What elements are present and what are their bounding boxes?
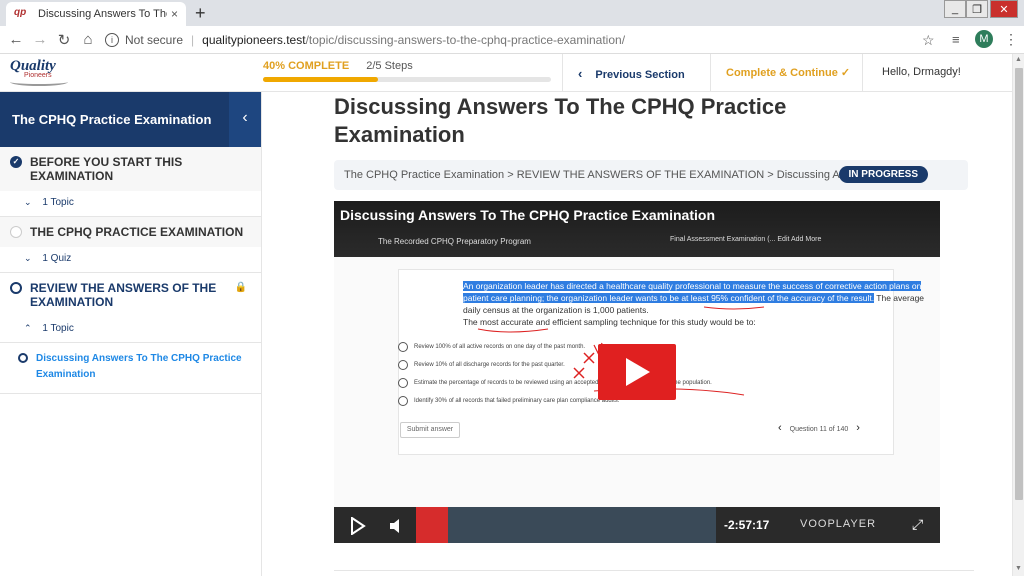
section-count: 1 Topic (42, 323, 74, 334)
x-annotation-mark (583, 352, 595, 364)
section-header[interactable]: REVIEW THE ANSWERS OF THE EXAMINATION 🔒 (0, 273, 261, 317)
sidebar-header: The CPHQ Practice Examination ‹ (0, 92, 261, 147)
progress-bar (263, 77, 551, 82)
fullscreen-icon[interactable]: ⤢ (912, 516, 923, 533)
play-icon (626, 358, 650, 386)
url-path: /topic/discussing-answers-to-the-cphq-pr… (305, 33, 626, 47)
browser-tab[interactable]: qp Discussing Answers To The CPHQ × (6, 2, 186, 26)
complete-continue-label: Complete & Continue (726, 67, 838, 79)
tab-close-icon[interactable]: × (171, 7, 178, 21)
status-badge: IN PROGRESS (838, 166, 928, 183)
checkmark-icon: ✓ (840, 67, 851, 79)
time-remaining: -2:57:17 (724, 518, 770, 532)
volume-icon[interactable] (388, 517, 406, 535)
topic-title: Discussing Answers To The CPHQ Practice … (36, 353, 242, 380)
section-title: REVIEW THE ANSWERS OF THE EXAMINATION (30, 281, 217, 309)
incomplete-circle-icon (10, 226, 22, 238)
header-divider (562, 54, 563, 92)
scroll-down-arrow-icon[interactable]: ▼ (1015, 565, 1022, 572)
page-title: Discussing Answers To The CPHQ Practice … (334, 94, 787, 147)
chevron-down-icon: ⌄ (24, 197, 32, 207)
header-divider (862, 54, 863, 92)
forward-arrow-icon[interactable]: → (28, 31, 52, 48)
window-close-button[interactable]: ✕ (990, 0, 1018, 18)
browser-menu-icon[interactable]: ⋮ (1004, 31, 1018, 48)
header-divider (710, 54, 711, 92)
completed-check-icon: ✓ (10, 156, 22, 168)
sidebar-section-before-start: ✓ BEFORE YOU START THIS EXAMINATION ⌄ 1 … (0, 147, 261, 217)
section-header[interactable]: ✓ BEFORE YOU START THIS EXAMINATION (0, 147, 261, 191)
video-play-button[interactable] (598, 344, 676, 400)
section-title: BEFORE YOU START THIS EXAMINATION (30, 155, 183, 183)
topic-circle-icon (18, 353, 28, 363)
not-secure-label: Not secure (125, 33, 184, 47)
site-favicon-icon: qp (14, 7, 27, 18)
user-greeting[interactable]: Hello, Drmagdy! (882, 66, 961, 78)
profile-avatar[interactable]: M (975, 30, 993, 48)
page-scrollbar[interactable]: ▲ ▼ (1012, 54, 1024, 576)
window-minimize-button[interactable]: _ (944, 0, 966, 18)
section-count: 1 Topic (42, 197, 74, 208)
lock-icon: 🔒 (234, 282, 247, 293)
url-host: qualitypioneers.test (202, 33, 306, 47)
sidebar-course-title[interactable]: The CPHQ Practice Examination (12, 112, 211, 127)
window-maximize-button[interactable]: ❐ (966, 0, 988, 18)
play-control-icon[interactable] (350, 517, 366, 535)
sidebar-section-practice-exam: THE CPHQ PRACTICE EXAMINATION ⌄ 1 Quiz (0, 217, 261, 273)
breadcrumb[interactable]: The CPHQ Practice Examination > REVIEW T… (344, 169, 844, 181)
previous-section-label: Previous Section (595, 69, 685, 81)
previous-section-button[interactable]: ‹ Previous Section (578, 66, 685, 81)
chevron-up-icon: ⌃ (24, 323, 32, 333)
breadcrumb-bar: The CPHQ Practice Examination > REVIEW T… (334, 160, 968, 190)
complete-continue-button[interactable]: Complete & Continue ✓ (726, 66, 850, 79)
site-logo[interactable]: Quality Pioneers (10, 58, 70, 88)
browser-tab-bar: qp Discussing Answers To The CPHQ × + _ … (0, 0, 1024, 26)
underline-annotation (703, 306, 765, 310)
sidebar-collapse-chevron-icon[interactable]: ‹ (229, 92, 261, 147)
section-expand-toggle[interactable]: ⌄ 1 Topic (0, 191, 261, 216)
chevron-left-icon: ‹ (578, 66, 583, 81)
section-count: 1 Quiz (42, 253, 72, 264)
sidebar-section-review-answers: REVIEW THE ANSWERS OF THE EXAMINATION 🔒 … (0, 273, 261, 394)
address-bar[interactable]: i Not secure | qualitypioneers.test /top… (105, 29, 945, 51)
home-icon[interactable]: ⌂ (76, 31, 100, 48)
progress-steps: 2/5 Steps (366, 60, 413, 72)
browser-toolbar: ← → ↻ ⌂ i Not secure | qualitypioneers.t… (0, 26, 1024, 54)
section-expand-toggle[interactable]: ⌄ 1 Quiz (0, 247, 261, 272)
video-progress-played[interactable] (416, 507, 448, 543)
scrollbar-thumb[interactable] (1015, 68, 1023, 500)
video-seek-track[interactable] (448, 507, 716, 543)
chevron-down-icon: ⌄ (24, 253, 32, 263)
scroll-up-arrow-icon[interactable]: ▲ (1015, 56, 1022, 63)
video-player[interactable]: Discussing Answers To The CPHQ Practice … (334, 201, 940, 543)
video-controls: -2:57:17 VOOPLAYER ⤢ (334, 507, 940, 543)
content-divider (334, 570, 974, 571)
section-expand-toggle[interactable]: ⌃ 1 Topic (0, 317, 261, 342)
sidebar-topic-item[interactable]: Discussing Answers To The CPHQ Practice … (0, 342, 261, 393)
underline-annotation (477, 328, 549, 333)
tab-title: Discussing Answers To The CPHQ (38, 8, 167, 20)
new-tab-button[interactable]: + (195, 3, 206, 24)
player-brand-logo: VOOPLAYER (800, 518, 877, 530)
site-header: Quality Pioneers 40% COMPLETE 2/5 Steps … (0, 54, 1024, 92)
address-separator: | (191, 33, 195, 47)
progress-percent: 40% COMPLETE (263, 60, 350, 72)
logo-swoosh (10, 78, 68, 86)
course-progress: 40% COMPLETE 2/5 Steps (263, 60, 553, 82)
reload-icon[interactable]: ↻ (52, 31, 76, 49)
reading-list-icon[interactable]: ≡ (952, 32, 960, 47)
section-title: THE CPHQ PRACTICE EXAMINATION (30, 225, 244, 239)
info-icon[interactable]: i (105, 33, 119, 47)
progress-bar-fill (263, 77, 379, 82)
x-annotation-mark (573, 367, 585, 379)
course-sidebar: The CPHQ Practice Examination ‹ ✓ BEFORE… (0, 92, 262, 576)
back-arrow-icon[interactable]: ← (4, 31, 28, 48)
bookmark-star-icon[interactable]: ☆ (922, 32, 935, 49)
in-progress-circle-icon (10, 282, 22, 294)
section-header[interactable]: THE CPHQ PRACTICE EXAMINATION (0, 217, 261, 247)
